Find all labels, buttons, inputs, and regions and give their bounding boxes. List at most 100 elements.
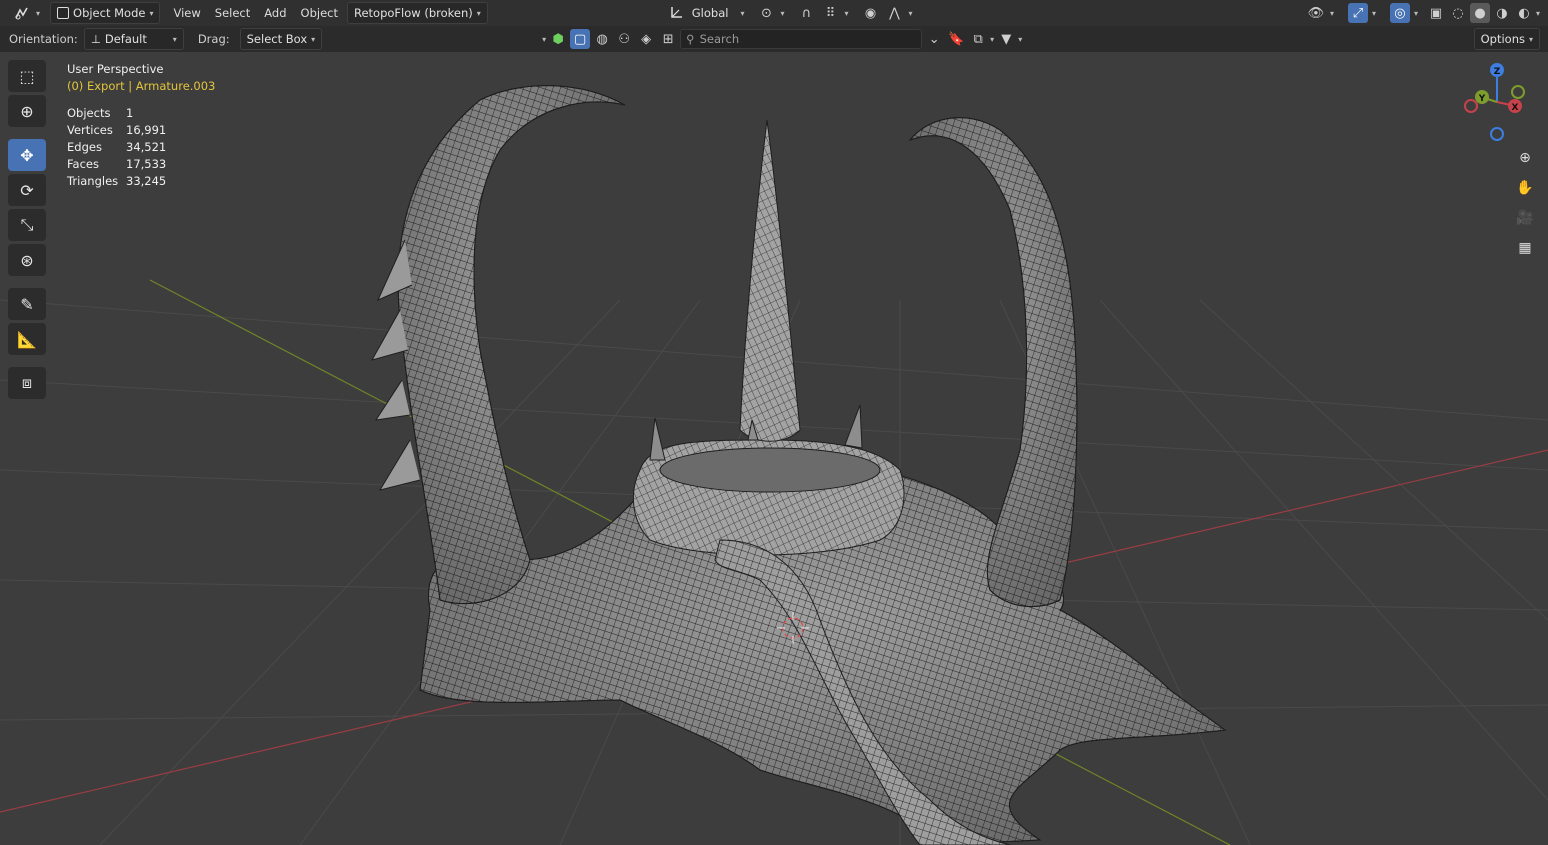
transform-icon: ⊛ xyxy=(20,250,34,270)
neg-x-axis-handle[interactable] xyxy=(1464,99,1478,113)
viewport-scene[interactable] xyxy=(0,52,1548,845)
drag-label: Drag: xyxy=(197,32,230,46)
mode-selector[interactable]: Object Mode ▾ xyxy=(50,2,161,24)
material-ball-icon[interactable]: ◈ xyxy=(636,29,656,49)
chevron-down-icon: ▾ xyxy=(908,8,913,18)
texture-icon[interactable]: ⊞ xyxy=(658,29,678,49)
retopoflow-menu[interactable]: RetopoFlow (broken) ▾ xyxy=(347,2,488,24)
stat-value: 33,245 xyxy=(126,174,167,188)
camera-icon: 🎥 xyxy=(1516,210,1534,226)
viewport-text-overlay: User Perspective (0) Export | Armature.0… xyxy=(67,61,215,190)
search-input[interactable]: ⚲ Search xyxy=(680,29,923,49)
y-axis-label: Y xyxy=(1478,94,1486,104)
select-mode-icon[interactable]: ▢ xyxy=(570,29,591,49)
ruler-icon: 📐 xyxy=(17,329,37,349)
cursor-tool[interactable]: ⊕ xyxy=(8,95,46,127)
options-dropdown[interactable]: Options ▾ xyxy=(1473,28,1540,50)
stat-label: Vertices xyxy=(67,123,113,137)
neg-y-axis-handle[interactable] xyxy=(1511,85,1525,99)
context-prefix: (0) Export | xyxy=(67,79,136,93)
chevron-down-icon: ▾ xyxy=(311,34,316,44)
orientation-dropdown[interactable]: ⊥ Default ▾ xyxy=(83,28,184,50)
material-shading-icon[interactable]: ◑ xyxy=(1492,3,1512,23)
transform-orientation-selector[interactable]: Global ▾ xyxy=(664,3,751,23)
neg-z-axis-handle[interactable] xyxy=(1490,127,1504,141)
chevron-down-icon: ▾ xyxy=(172,34,177,44)
bookmark-icon[interactable]: 🔖 xyxy=(946,29,966,49)
stat-value: 17,533 xyxy=(126,157,167,171)
retopoflow-label: RetopoFlow (broken) xyxy=(354,6,473,20)
active-object-name: Armature.003 xyxy=(135,79,216,93)
chevron-down-icon[interactable]: ▾ xyxy=(542,35,546,44)
menu-add[interactable]: Add xyxy=(257,6,293,20)
proportional-edit-icon: ◉ xyxy=(864,5,877,21)
filter-dropdown-icon[interactable]: ⌄ xyxy=(924,29,944,49)
add-cube-icon: ⧈ xyxy=(21,373,33,392)
hand-icon: ✋ xyxy=(1516,180,1534,196)
chevron-down-icon: ▾ xyxy=(1413,8,1418,18)
3d-viewport[interactable] xyxy=(0,52,1548,845)
sphere-icon[interactable]: ◍ xyxy=(592,29,612,49)
gizmo-toggle[interactable]: ⤢ ▾ xyxy=(1342,3,1382,23)
chevron-down-icon: ▾ xyxy=(149,8,154,18)
snapping-toggle[interactable]: ∩ ⠿ ▾ xyxy=(790,3,854,23)
pivot-point-selector[interactable]: ⊙ ▾ xyxy=(750,3,790,23)
tool-shelf: ⬚ ⊕ ✥ ⟳ ⤡ ⊛ ✎ 📐 ⧈ xyxy=(8,60,50,399)
xray-toggle-icon[interactable]: ▣ xyxy=(1426,3,1446,23)
wireframe-shading-icon[interactable]: ◌ xyxy=(1448,3,1468,23)
chevron-down-icon: ▾ xyxy=(740,8,745,18)
viewport-header: ▾ Object Mode ▾ View Select Add Object R… xyxy=(0,0,1548,26)
overlays-toggle[interactable]: ◎ ▾ xyxy=(1384,3,1424,23)
menu-view[interactable]: View xyxy=(166,6,207,20)
orientation-icon: ⊥ xyxy=(90,32,101,46)
camera-view-button[interactable]: 🎥 xyxy=(1513,206,1537,230)
chevron-down-icon[interactable]: ▾ xyxy=(1018,35,1022,44)
editor-type-icon xyxy=(12,3,32,23)
perspective-toggle-button[interactable]: ▦ xyxy=(1513,236,1537,260)
x-axis-label: X xyxy=(1512,103,1519,113)
stat-label: Objects xyxy=(67,106,111,120)
select-box-tool[interactable]: ⬚ xyxy=(8,60,46,92)
rotate-tool[interactable]: ⟳ xyxy=(8,174,46,206)
visibility-selector[interactable]: 👁 ▾ xyxy=(1300,3,1340,23)
add-cube-tool[interactable]: ⧈ xyxy=(8,367,46,399)
zoom-button[interactable]: ⊕ xyxy=(1513,146,1537,170)
chevron-down-icon: ▾ xyxy=(780,8,785,18)
filter-icon[interactable]: ▼ xyxy=(996,29,1016,49)
grid-icon: ▦ xyxy=(1518,240,1532,256)
tool-settings-header: Orientation: ⊥ Default ▾ Drag: Select Bo… xyxy=(0,26,1548,52)
pencil-icon: ✎ xyxy=(20,294,34,314)
transform-tool[interactable]: ⊛ xyxy=(8,244,46,276)
header-right-controls: 👁 ▾ ⤢ ▾ ◎ ▾ ▣ ◌ ● ◑ ◐ ▾ xyxy=(1300,3,1548,23)
navigation-controls: ⊕ ✋ 🎥 ▦ xyxy=(1513,146,1537,260)
pan-button[interactable]: ✋ xyxy=(1513,176,1537,200)
chevron-down-icon[interactable]: ▾ xyxy=(1536,9,1540,18)
stat-value: 1 xyxy=(126,106,134,120)
chevron-down-icon[interactable]: ▾ xyxy=(990,35,994,44)
magnet-icon: ∩ xyxy=(801,5,812,21)
snap-grid-icon: ⠿ xyxy=(825,5,836,21)
orientation-value: Default xyxy=(104,32,147,46)
menu-object[interactable]: Object xyxy=(294,6,345,20)
menu-select[interactable]: Select xyxy=(208,6,257,20)
stat-label: Faces xyxy=(67,157,99,171)
measure-tool[interactable]: 📐 xyxy=(8,323,46,355)
view-layer-icon[interactable]: ⧉ xyxy=(968,29,988,49)
scene-icon[interactable]: ⬢ xyxy=(548,29,568,49)
spheres-icon[interactable]: ⚇ xyxy=(614,29,634,49)
drag-dropdown[interactable]: Select Box ▾ xyxy=(239,28,323,50)
scale-icon: ⤡ xyxy=(20,215,34,234)
scale-tool[interactable]: ⤡ xyxy=(8,209,46,241)
move-tool[interactable]: ✥ xyxy=(8,139,46,171)
solid-shading-icon[interactable]: ● xyxy=(1469,3,1490,23)
proportional-editing-toggle[interactable]: ◉ ⋀ ▾ xyxy=(854,3,918,23)
editor-type-button[interactable]: ▾ xyxy=(6,3,46,23)
falloff-curve-icon: ⋀ xyxy=(889,5,900,21)
rendered-shading-icon[interactable]: ◐ xyxy=(1514,3,1534,23)
stat-label: Edges xyxy=(67,140,102,154)
stat-value: 34,521 xyxy=(126,140,167,154)
annotate-tool[interactable]: ✎ xyxy=(8,288,46,320)
search-icon: ⚲ xyxy=(686,32,695,46)
object-mode-icon xyxy=(57,7,70,19)
navigation-gizmo[interactable]: Z X Y xyxy=(1458,60,1540,146)
